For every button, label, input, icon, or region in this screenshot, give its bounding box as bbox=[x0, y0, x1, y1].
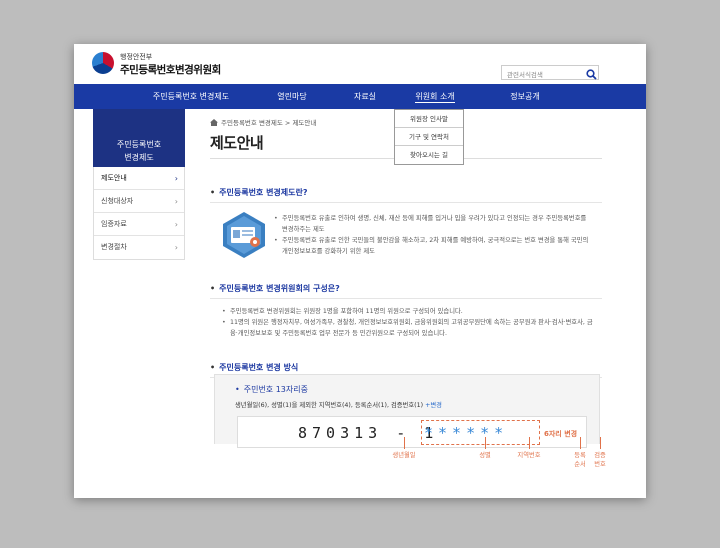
chevron-right-icon: › bbox=[174, 243, 178, 252]
rrn-masked-digits: ****** bbox=[424, 424, 509, 442]
rrn-display: 870313 - 1 ****** 6자리 변경 bbox=[237, 416, 587, 448]
browser-page: 행정안전부 주민등록번호변경위원회 관련서식검색 주민등록번호 변경제도 열린마… bbox=[74, 44, 646, 498]
tag-gender: 성별 bbox=[479, 452, 491, 459]
tag-order: 등록 순서 bbox=[574, 452, 586, 468]
chevron-right-icon: › bbox=[174, 197, 178, 206]
sidebar-item-procedure[interactable]: 변경절차 › bbox=[94, 236, 184, 259]
sidebar-heading: 주민등록번호 변경제도 bbox=[93, 109, 185, 167]
rrn-box: • 주민번호 13자리중 생년월일(6), 성별(1)을 제외한 지역번호(4),… bbox=[214, 374, 600, 448]
rrn-description: 생년월일(6), 성별(1)을 제외한 지역번호(4), 등록순서(1), 검증… bbox=[235, 402, 442, 409]
chevron-right-icon: › bbox=[174, 174, 178, 183]
sidebar-item-eligible[interactable]: 신청대상자 › bbox=[94, 190, 184, 213]
sidebar-item-label: 신청대상자 bbox=[101, 197, 134, 205]
committee-dropdown: 위원장 인사말 기구 및 연락처 찾아오시는 길 bbox=[394, 109, 464, 165]
sidebar-item-guide[interactable]: 제도안내 › bbox=[94, 167, 184, 190]
tag-check: 검증 번호 bbox=[594, 452, 606, 468]
agency-name: 행정안전부 bbox=[120, 53, 153, 61]
chevron-right-icon: › bbox=[174, 220, 178, 229]
sidebar-item-label: 변경절차 bbox=[101, 243, 127, 251]
tag-birthdate: 생년월일 bbox=[392, 452, 416, 459]
tag-connector bbox=[485, 437, 486, 449]
tag-connector bbox=[529, 437, 530, 449]
sidebar-heading-line-1: 주민등록번호 bbox=[116, 140, 162, 149]
sidebar-item-documents[interactable]: 임증자료 › bbox=[94, 213, 184, 236]
dropdown-item-greeting[interactable]: 위원장 인사말 bbox=[395, 110, 463, 128]
tag-connector bbox=[404, 437, 405, 449]
sidebar-item-label: 임증자료 bbox=[101, 220, 127, 228]
government-logo-icon[interactable] bbox=[92, 52, 114, 74]
sidebar-item-label: 제도안내 bbox=[101, 174, 127, 182]
sidebar-menu: 제도안내 › 신청대상자 › 임증자료 › 변경절차 › bbox=[93, 167, 185, 260]
tag-connector bbox=[600, 437, 601, 449]
six-digit-change-label: 6자리 변경 bbox=[544, 430, 578, 438]
tag-region: 지역번호 bbox=[517, 452, 541, 459]
sidebar-heading-line-2: 변경제도 bbox=[124, 153, 154, 162]
dropdown-item-directions[interactable]: 찾아오시는 길 bbox=[395, 146, 463, 164]
rrn-title: • 주민번호 13자리중 bbox=[235, 385, 308, 394]
dropdown-item-contact[interactable]: 기구 및 연락처 bbox=[395, 128, 463, 146]
rrn-number: 870313 - 1 bbox=[298, 424, 439, 442]
tag-connector bbox=[580, 437, 581, 449]
